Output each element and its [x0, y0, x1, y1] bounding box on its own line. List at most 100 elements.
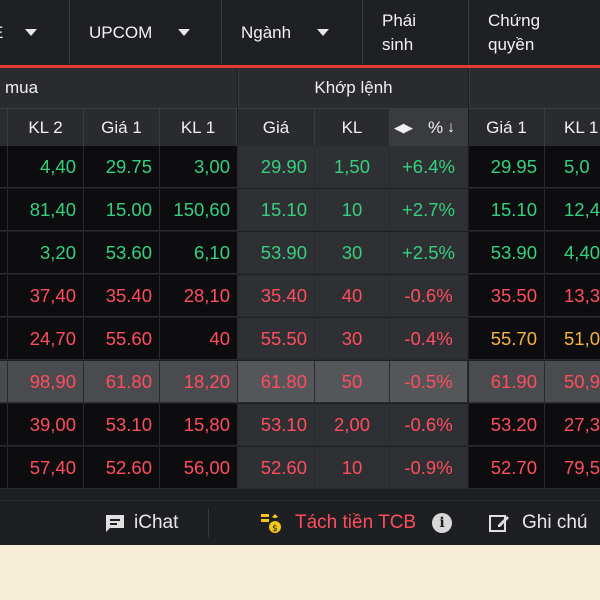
- cell-gia: 15.10: [238, 189, 315, 231]
- cell-kl1: 56,00: [160, 447, 238, 489]
- cell-gia: 29.90: [238, 146, 315, 188]
- cell-gia: 53.90: [238, 232, 315, 274]
- market-nav: E UPCOM Ngành Phái sinh Chứng quyền: [0, 0, 600, 68]
- group-header-sell: [469, 68, 600, 108]
- cell-kl: 10: [315, 189, 390, 231]
- cell-skl1: 5,0: [545, 146, 600, 188]
- column-header-bid-gia1[interactable]: Giá 1: [84, 108, 160, 146]
- cell-kl1: 150,60: [160, 189, 238, 231]
- cell-pct: +6.4%: [390, 146, 468, 188]
- cell-skl1: 79,5: [545, 447, 600, 489]
- nav-tab-chung-quyen-line1: Chứng: [488, 10, 541, 30]
- cell-kl: 40: [315, 275, 390, 317]
- cell-sgia1: 35.50: [469, 275, 545, 317]
- column-header-bid-kl1[interactable]: KL 1: [160, 108, 237, 146]
- table-row[interactable]: 3,20 53.60 6,10 53.90 30 +2.5% 53.90 4,40: [0, 232, 600, 275]
- column-header-ask-kl1[interactable]: KL 1: [545, 108, 600, 146]
- cell-gia1: 61.80: [84, 361, 160, 403]
- cell-cut: [0, 189, 8, 231]
- cell-cut: [0, 361, 8, 403]
- cell-kl2: 24,70: [8, 318, 84, 360]
- cell-gia1: 52.60: [84, 447, 160, 489]
- cell-pct: -0.9%: [390, 447, 468, 489]
- footer-bar: iChat $ Tách tiền TCB i Ghi chú: [0, 500, 600, 545]
- tach-tien-tcb-button[interactable]: $ Tách tiền TCB i: [259, 501, 453, 545]
- ghi-chu-button[interactable]: Ghi chú: [488, 501, 587, 545]
- cell-cut: [0, 232, 8, 274]
- column-header-pct[interactable]: % ↓: [416, 108, 468, 146]
- cell-gia: 53.10: [238, 404, 315, 446]
- cell-kl1: 6,10: [160, 232, 238, 274]
- cell-kl1: 15,80: [160, 404, 238, 446]
- nav-tab-nganh-label: Ngành: [241, 22, 292, 42]
- table-row[interactable]: 4,40 29.75 3,00 29.90 1,50 +6.4% 29.95 5,0: [0, 146, 600, 189]
- nav-tab-chung-quyen-line2: quyền: [488, 34, 535, 54]
- cell-sgia1: 53.20: [469, 404, 545, 446]
- cell-skl1: 27,3: [545, 404, 600, 446]
- info-icon[interactable]: i: [432, 513, 453, 533]
- cell-pct: -0.5%: [390, 361, 468, 403]
- nav-tab-phai-sinh[interactable]: Phái sinh: [363, 0, 469, 65]
- cell-kl: 30: [315, 318, 390, 360]
- ichat-button[interactable]: iChat: [104, 501, 178, 545]
- cell-sgia1: 29.95: [469, 146, 545, 188]
- cell-kl: 2,00: [315, 404, 390, 446]
- cell-cut: [0, 318, 8, 360]
- table-row[interactable]: 81,40 15.00 150,60 15.10 10 +2.7% 15.10 12,4: [0, 189, 600, 232]
- cell-cut: [0, 275, 8, 317]
- cell-gia1: 53.10: [84, 404, 160, 446]
- cell-gia: 55.50: [238, 318, 315, 360]
- cell-gia: 52.60: [238, 447, 315, 489]
- cell-sgia1: 53.90: [469, 232, 545, 274]
- cell-kl: 30: [315, 232, 390, 274]
- cell-kl2: 39,00: [8, 404, 84, 446]
- group-header-buy: mua: [0, 68, 237, 108]
- cell-gia: 35.40: [238, 275, 315, 317]
- ghi-chu-label: Ghi chú: [522, 512, 588, 533]
- cell-pct: +2.5%: [390, 232, 468, 274]
- table-row[interactable]: 98,90 61.80 18,20 61.80 50 -0.5% 61.90 50,9: [0, 361, 600, 404]
- cell-sgia1: 15.10: [469, 189, 545, 231]
- chevron-down-icon: [178, 29, 191, 36]
- cell-cut: [0, 447, 8, 489]
- chat-icon: [106, 515, 124, 532]
- cell-sgia1: 55.70: [469, 318, 545, 360]
- footer-divider: [208, 509, 209, 537]
- nav-tab-phai-sinh-line1: Phái: [382, 10, 417, 30]
- cell-kl2: 57,40: [8, 447, 84, 489]
- nav-tab-e-label: E: [0, 23, 3, 43]
- svg-text:$: $: [272, 524, 278, 534]
- column-header-match-gia[interactable]: Giá: [238, 108, 315, 146]
- cell-sgia1: 52.70: [469, 447, 545, 489]
- cell-skl1: 50,9: [545, 361, 600, 403]
- nav-tab-e[interactable]: E: [0, 0, 70, 65]
- cell-pct: -0.6%: [390, 404, 468, 446]
- nav-tab-upcom[interactable]: UPCOM: [70, 0, 222, 65]
- cell-sgia1: 61.90: [469, 361, 545, 403]
- column-header-match-kl[interactable]: KL: [315, 108, 390, 146]
- edit-note-icon: [489, 515, 509, 532]
- column-header-kl2[interactable]: KL 2: [8, 108, 84, 146]
- cell-kl2: 3,20: [8, 232, 84, 274]
- cell-kl1: 18,20: [160, 361, 238, 403]
- chevron-down-icon: [25, 29, 38, 36]
- table-row[interactable]: 39,00 53.10 15,80 53.10 2,00 -0.6% 53.20 27,3: [0, 404, 600, 447]
- cell-cut: [0, 404, 8, 446]
- cell-kl: 50: [315, 361, 390, 403]
- table-row[interactable]: 37,40 35.40 28,10 35.40 40 -0.6% 35.50 13,3: [0, 275, 600, 318]
- column-toggle-handle[interactable]: ◀▶: [390, 108, 416, 146]
- money-bag-icon: $: [261, 514, 281, 534]
- cell-kl: 1,50: [315, 146, 390, 188]
- cell-gia1: 15.00: [84, 189, 160, 231]
- cell-kl2: 81,40: [8, 189, 84, 231]
- column-header-cut: [0, 108, 8, 146]
- cell-kl: 10: [315, 447, 390, 489]
- nav-tab-nganh[interactable]: Ngành: [222, 0, 363, 65]
- table-row[interactable]: 24,70 55.60 40 55.50 30 -0.4% 55.70 51,0: [0, 318, 600, 361]
- cell-skl1: 13,3: [545, 275, 600, 317]
- price-board-app: E UPCOM Ngành Phái sinh Chứng quyền mua …: [0, 0, 600, 545]
- table-row[interactable]: 57,40 52.60 56,00 52.60 10 -0.9% 52.70 79,5: [0, 447, 600, 490]
- cell-kl2: 37,40: [8, 275, 84, 317]
- nav-tab-chung-quyen[interactable]: Chứng quyền: [469, 0, 600, 65]
- column-header-ask-gia1[interactable]: Giá 1: [469, 108, 545, 146]
